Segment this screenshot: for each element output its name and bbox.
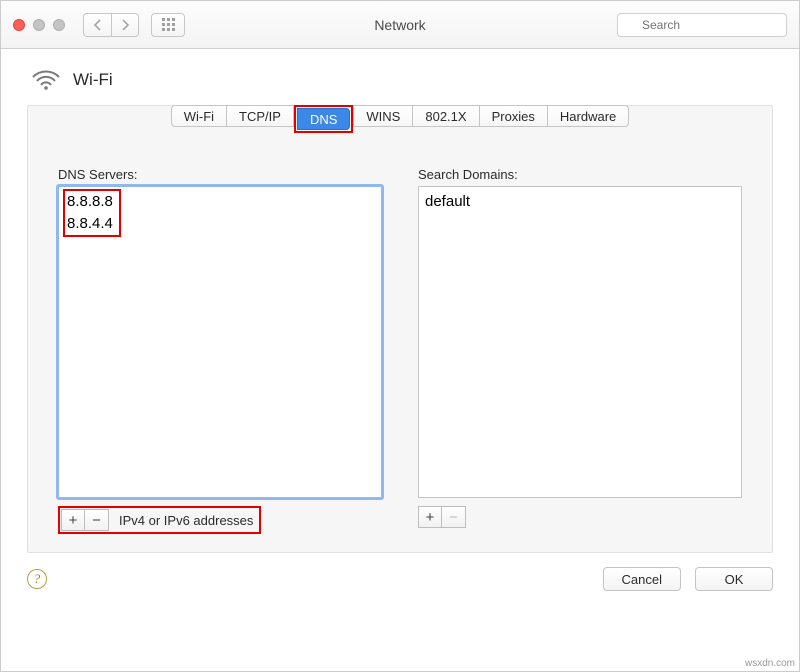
domains-controls: + − — [418, 506, 742, 528]
content: Wi-Fi Wi-Fi TCP/IP DNS WINS 802.1X Proxi… — [1, 49, 799, 553]
search-domains-label: Search Domains: — [418, 167, 742, 182]
tab-hardware[interactable]: Hardware — [548, 105, 629, 127]
help-button[interactable]: ? — [27, 569, 47, 589]
highlight-dns-entries: 8.8.8.8 8.8.4.4 — [63, 189, 121, 237]
dns-entry[interactable]: 8.8.8.8 — [67, 191, 113, 213]
watermark: wsxdn.com — [745, 658, 795, 669]
tab-wifi[interactable]: Wi-Fi — [171, 105, 227, 127]
wifi-icon — [31, 69, 61, 91]
close-window-button[interactable] — [13, 19, 25, 31]
dns-column: DNS Servers: 8.8.8.8 8.8.4.4 + − IPv4 or… — [58, 167, 382, 534]
highlight-dns-controls: + − IPv4 or IPv6 addresses — [58, 506, 261, 534]
minimize-window-button[interactable] — [33, 19, 45, 31]
tab-8021x[interactable]: 802.1X — [413, 105, 479, 127]
traffic-lights — [13, 19, 65, 31]
search-input[interactable] — [617, 13, 787, 37]
domain-entry[interactable]: default — [425, 191, 735, 213]
remove-domain-button[interactable]: − — [442, 506, 466, 528]
dns-servers-label: DNS Servers: — [58, 167, 382, 182]
dns-servers-list[interactable]: 8.8.8.8 8.8.4.4 — [58, 186, 382, 498]
show-all-button[interactable] — [151, 13, 185, 37]
dns-entry[interactable]: 8.8.4.4 — [67, 213, 113, 235]
forward-button[interactable] — [111, 13, 139, 37]
remove-dns-button[interactable]: − — [85, 509, 109, 531]
columns: DNS Servers: 8.8.8.8 8.8.4.4 + − IPv4 or… — [28, 133, 772, 534]
chevron-right-icon — [121, 19, 130, 31]
tab-wins[interactable]: WINS — [353, 105, 413, 127]
maximize-window-button[interactable] — [53, 19, 65, 31]
chevron-left-icon — [93, 19, 102, 31]
footer: ? Cancel OK — [1, 553, 799, 607]
tab-proxies[interactable]: Proxies — [480, 105, 548, 127]
highlight-dns-tab: DNS — [294, 105, 353, 133]
network-window: Network Wi-Fi Wi-Fi TCP/IP DNS — [0, 0, 800, 672]
dns-controls: + − IPv4 or IPv6 addresses — [58, 506, 382, 534]
tab-dns[interactable]: DNS — [297, 108, 350, 130]
grid-icon — [162, 18, 175, 31]
footer-buttons: Cancel OK — [603, 567, 773, 591]
interface-header: Wi-Fi — [31, 69, 773, 91]
interface-label: Wi-Fi — [73, 70, 113, 90]
titlebar: Network — [1, 1, 799, 49]
cancel-button[interactable]: Cancel — [603, 567, 681, 591]
domains-column: Search Domains: default + − — [418, 167, 742, 534]
add-domain-button[interactable]: + — [418, 506, 442, 528]
back-button[interactable] — [83, 13, 111, 37]
dns-hint: IPv4 or IPv6 addresses — [119, 513, 253, 528]
add-dns-button[interactable]: + — [61, 509, 85, 531]
nav-buttons — [83, 13, 139, 37]
search-domains-list[interactable]: default — [418, 186, 742, 498]
settings-panel: Wi-Fi TCP/IP DNS WINS 802.1X Proxies Har… — [27, 105, 773, 553]
ok-button[interactable]: OK — [695, 567, 773, 591]
tab-tcpip[interactable]: TCP/IP — [227, 105, 294, 127]
tabs-row: Wi-Fi TCP/IP DNS WINS 802.1X Proxies Har… — [28, 105, 772, 133]
